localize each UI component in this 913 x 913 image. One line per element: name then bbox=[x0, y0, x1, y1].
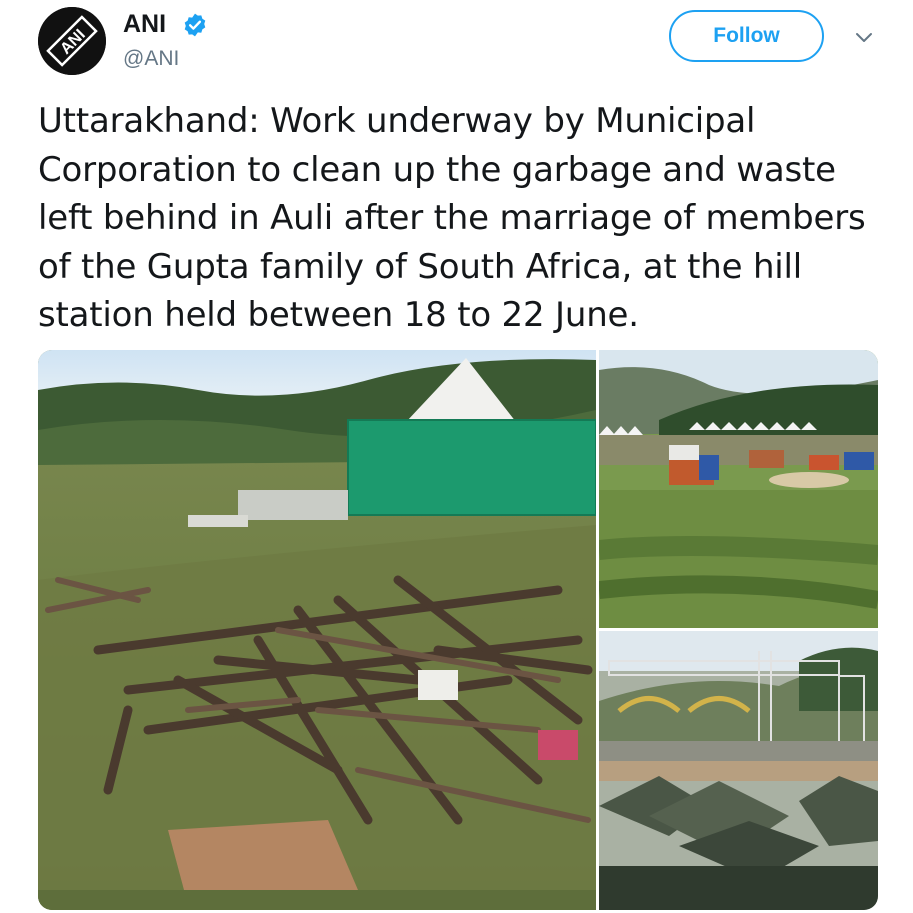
avatar[interactable]: ANI bbox=[38, 7, 106, 75]
verified-badge-icon bbox=[184, 13, 206, 37]
ani-logo-icon: ANI bbox=[38, 7, 106, 75]
media-grid bbox=[38, 350, 878, 910]
photo-stage-tents[interactable] bbox=[599, 631, 878, 910]
photo-trucks-meadow[interactable] bbox=[599, 350, 878, 628]
chevron-down-icon[interactable] bbox=[852, 28, 876, 48]
display-name[interactable]: ANI bbox=[123, 10, 166, 39]
photo-scaffolding-pile[interactable] bbox=[38, 350, 596, 910]
account-handle[interactable]: @ANI bbox=[123, 47, 179, 71]
follow-button[interactable]: Follow bbox=[669, 10, 824, 62]
tweet-text: Uttarakhand: Work underway by Municipal … bbox=[38, 101, 866, 335]
